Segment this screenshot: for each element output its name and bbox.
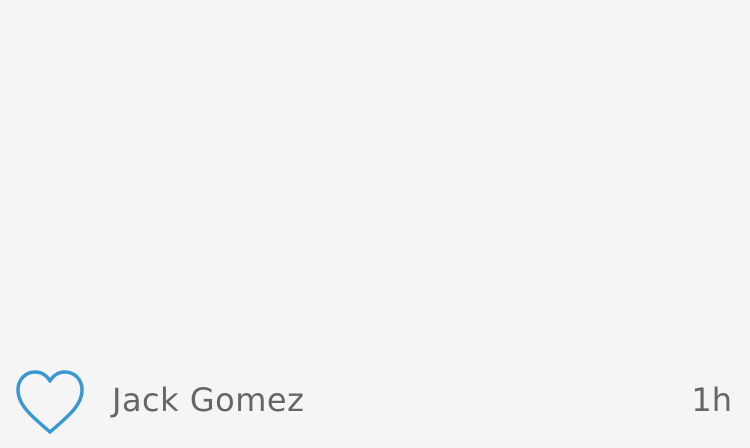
- post-content-area: [0, 0, 750, 350]
- author-name[interactable]: Jack Gomez: [112, 380, 304, 420]
- post-card: Jack Gomez 1h: [0, 0, 750, 448]
- heart-icon: [16, 370, 84, 434]
- post-timestamp: 1h: [691, 381, 732, 419]
- like-button[interactable]: [14, 368, 86, 436]
- post-footer: Jack Gomez 1h: [0, 362, 750, 442]
